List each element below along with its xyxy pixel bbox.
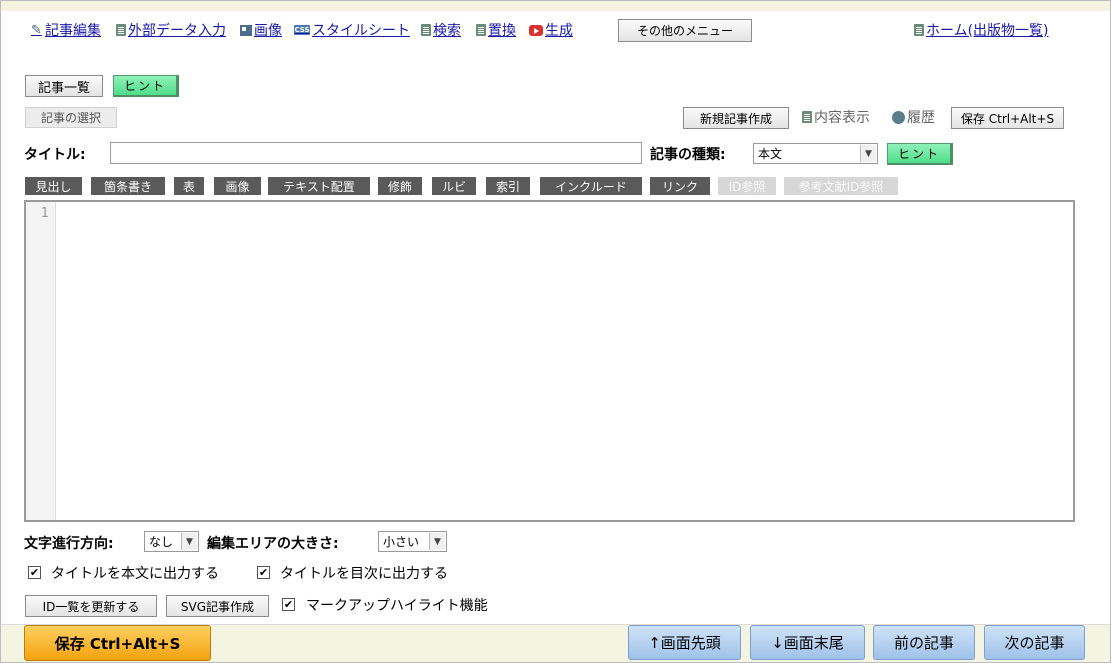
hint-button[interactable]: ヒント <box>113 75 179 97</box>
hint-button-type[interactable]: ヒント <box>887 143 953 165</box>
content-view-link[interactable]: 内容表示 <box>802 107 870 127</box>
toolbar-link[interactable]: リンク <box>650 177 710 195</box>
prev-article-button[interactable]: 前の記事 <box>873 625 975 660</box>
play-icon <box>529 24 543 36</box>
new-article-button[interactable]: 新規記事作成 <box>683 107 789 129</box>
document-icon <box>802 111 812 123</box>
chevron-down-icon: ▼ <box>860 145 876 162</box>
clock-icon <box>892 110 905 124</box>
title-input[interactable] <box>110 142 642 164</box>
document-icon <box>421 24 431 36</box>
toolbar-heading[interactable]: 見出し <box>25 177 82 195</box>
toolbar-decoration[interactable]: 修飾 <box>378 177 422 195</box>
nav-stylesheet[interactable]: CSS スタイルシート <box>294 20 410 40</box>
image-icon <box>240 24 252 36</box>
title-label: タイトル: <box>24 147 86 163</box>
nav-home[interactable]: ホーム(出版物一覧) <box>914 20 1049 40</box>
save-button[interactable]: 保存 Ctrl+Alt+S <box>951 107 1064 129</box>
article-list-button[interactable]: 記事一覧 <box>25 75 103 97</box>
svg-article-button[interactable]: SVG記事作成 <box>166 595 269 617</box>
toolbar-index[interactable]: 索引 <box>486 177 530 195</box>
title-to-body-checkbox[interactable]: ✔ <box>28 566 41 579</box>
page-bottom-button[interactable]: ↓画面末尾 <box>750 625 865 660</box>
toolbar-table[interactable]: 表 <box>174 177 204 195</box>
article-type-value: 本文 <box>758 147 783 161</box>
line-number: 1 <box>40 206 49 221</box>
chevron-down-icon: ▼ <box>429 533 445 550</box>
update-id-list-button[interactable]: ID一覧を更新する <box>25 595 157 617</box>
toolbar-text-align[interactable]: テキスト配置 <box>268 177 370 195</box>
text-direction-select[interactable]: なし ▼ <box>144 531 199 552</box>
toolbar-bib-id-ref[interactable]: 参考文献ID参照 <box>784 177 898 195</box>
title-to-toc-label: タイトルを目次に出力する <box>280 566 448 582</box>
text-direction-value: なし <box>149 535 174 549</box>
footer-save-button[interactable]: 保存 Ctrl+Alt+S <box>24 625 211 661</box>
nav-replace[interactable]: 置換 <box>476 20 516 40</box>
title-to-body-label: タイトルを本文に出力する <box>51 566 219 582</box>
toolbar-bullet-list[interactable]: 箇条書き <box>91 177 165 195</box>
other-menu-button[interactable]: その他のメニュー <box>618 19 752 42</box>
nav-image[interactable]: 画像 <box>240 20 282 40</box>
top-strip <box>1 1 1110 11</box>
title-to-toc-checkbox[interactable]: ✔ <box>257 566 270 579</box>
markup-highlight-checkbox[interactable]: ✔ <box>282 598 295 611</box>
top-nav: ✎ 記事編集 外部データ入力 画像 CSS スタイルシート 検索 置換 生成 ホーム… <box>31 20 1075 42</box>
next-article-button[interactable]: 次の記事 <box>984 625 1085 660</box>
line-gutter: 1 <box>26 202 56 520</box>
article-type-select[interactable]: 本文 ▼ <box>753 143 878 164</box>
toolbar-image[interactable]: 画像 <box>214 177 261 195</box>
article-type-label: 記事の種類: <box>650 147 726 163</box>
edit-area-size-value: 小さい <box>383 535 420 549</box>
toolbar-ruby[interactable]: ルビ <box>432 177 476 195</box>
code-editor[interactable]: 1 <box>24 200 1075 522</box>
document-icon <box>476 24 486 36</box>
history-link[interactable]: 履歴 <box>892 107 935 127</box>
nav-edit-article[interactable]: ✎ 記事編集 <box>31 20 101 40</box>
edit-area-size-label: 編集エリアの大きさ: <box>207 536 339 552</box>
document-icon <box>116 24 126 36</box>
pencil-icon: ✎ <box>31 22 42 38</box>
select-article-button[interactable]: 記事の選択 <box>25 107 117 128</box>
chevron-down-icon: ▼ <box>181 533 197 550</box>
css-icon: CSS <box>294 25 310 35</box>
text-direction-label: 文字進行方向: <box>24 536 114 552</box>
document-icon <box>914 24 924 36</box>
nav-search[interactable]: 検索 <box>421 20 461 40</box>
markup-highlight-label: マークアップハイライト機能 <box>306 598 488 614</box>
edit-area-size-select[interactable]: 小さい ▼ <box>378 531 447 552</box>
nav-generate[interactable]: 生成 <box>529 20 573 40</box>
toolbar-include[interactable]: インクルード <box>540 177 642 195</box>
toolbar-id-ref[interactable]: ID参照 <box>718 177 776 195</box>
page-top-button[interactable]: ↑画面先頭 <box>628 625 741 660</box>
nav-external-data[interactable]: 外部データ入力 <box>116 20 226 40</box>
